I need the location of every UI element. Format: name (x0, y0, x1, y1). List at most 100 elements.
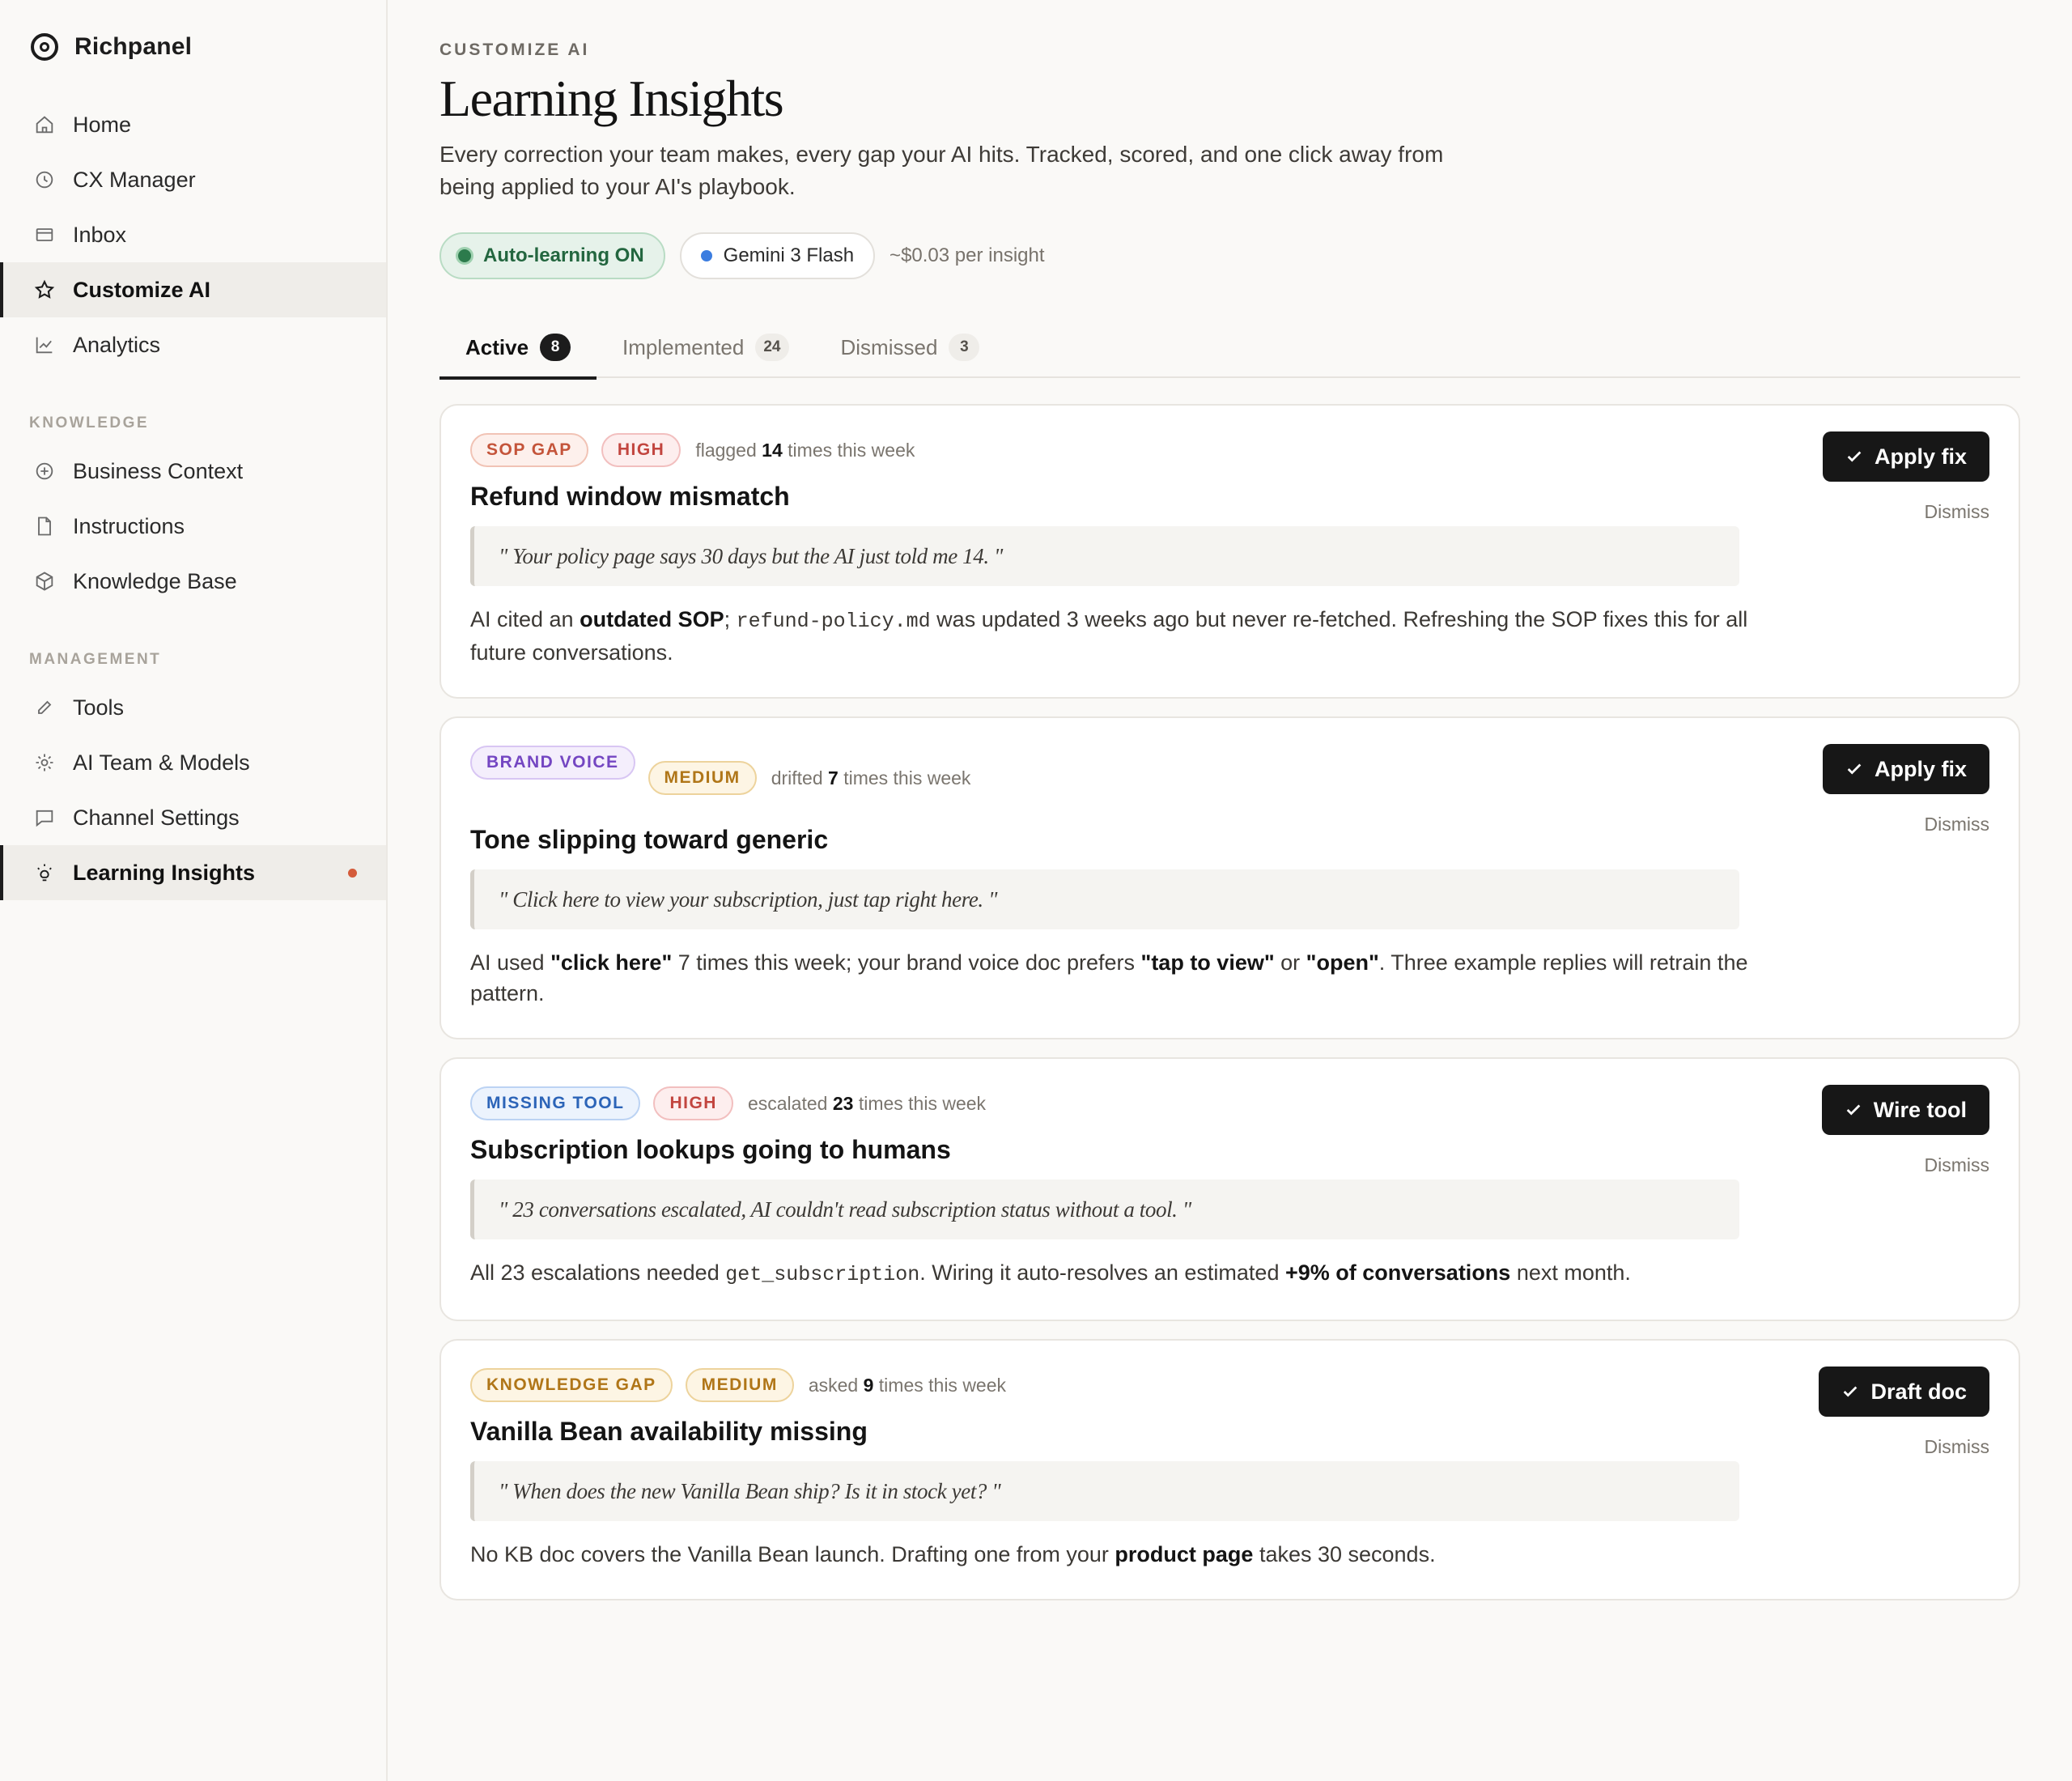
desc-text: takes 30 seconds. (1253, 1542, 1436, 1567)
document-icon (32, 514, 57, 538)
dismiss-link[interactable]: Dismiss (1925, 1436, 1990, 1458)
sidebar-item-label: AI Team & Models (73, 750, 250, 775)
meta-suffix: times this week (878, 1374, 1007, 1396)
wire-tool-button[interactable]: Wire tool (1821, 1085, 1989, 1136)
insight-description: No KB doc covers the Vanilla Bean launch… (470, 1539, 1765, 1570)
insight-meta: flagged 14 times this week (695, 440, 915, 461)
brand-name: Richpanel (74, 33, 193, 60)
insight-description: All 23 escalations needed get_subscripti… (470, 1257, 1765, 1290)
gear-icon (32, 750, 57, 775)
insight-header: SOP GAP HIGH flagged 14 times this week (470, 433, 1989, 468)
category-badge: BRAND VOICE (470, 746, 635, 780)
sidebar-item-home[interactable]: Home (0, 97, 386, 152)
dismiss-link[interactable]: Dismiss (1925, 501, 1990, 523)
page-description: Every correction your team makes, every … (439, 142, 1444, 200)
tab-implemented[interactable]: Implemented 24 (597, 317, 814, 378)
tab-label: Active (465, 334, 529, 359)
insight-card: SOP GAP HIGH flagged 14 times this week … (439, 404, 2020, 699)
desc-strong: product page (1115, 1542, 1254, 1567)
insight-card: KNOWLEDGE GAP MEDIUM asked 9 times this … (439, 1339, 2020, 1601)
tab-active[interactable]: Active 8 (439, 317, 597, 380)
sidebar-item-instructions[interactable]: Instructions (0, 499, 386, 554)
plus-circle-icon (32, 459, 57, 483)
dismiss-link[interactable]: Dismiss (1925, 1154, 1990, 1176)
model-chip[interactable]: Gemini 3 Flash (679, 232, 876, 280)
desc-text: 7 times this week; your brand voice doc … (672, 950, 1141, 976)
desc-text: All 23 escalations needed (470, 1260, 726, 1286)
sidebar-item-tools[interactable]: Tools (0, 680, 386, 735)
severity-badge: HIGH (653, 1086, 733, 1121)
sidebar-item-channel-settings[interactable]: Channel Settings (0, 790, 386, 845)
desc-strong: outdated SOP (580, 607, 724, 632)
meta-count: 14 (762, 439, 783, 461)
notification-dot (348, 869, 357, 878)
desc-text: AI cited an (470, 607, 580, 632)
sidebar-item-label: Tools (73, 695, 125, 720)
insight-card: MISSING TOOL HIGH escalated 23 times thi… (439, 1057, 2020, 1322)
draft-doc-button[interactable]: Draft doc (1819, 1367, 1989, 1418)
meta-prefix: asked (808, 1374, 859, 1396)
sidebar-item-analytics[interactable]: Analytics (0, 317, 386, 372)
model-label: Gemini 3 Flash (723, 244, 855, 267)
insight-card: BRAND VOICE MEDIUM drifted 7 times this … (439, 716, 2020, 1040)
sidebar-item-label: Channel Settings (73, 805, 240, 830)
tab-label: Implemented (622, 334, 745, 359)
button-label: Apply fix (1874, 756, 1967, 781)
sidebar-item-inbox[interactable]: Inbox (0, 207, 386, 262)
meta-suffix: times this week (843, 767, 971, 788)
management-nav: Tools AI Team & Models Channel Settings … (0, 680, 386, 900)
auto-learning-chip[interactable]: Auto-learning ON (439, 232, 665, 280)
button-label: Draft doc (1870, 1379, 1967, 1404)
desc-text: next month. (1510, 1260, 1631, 1286)
button-label: Wire tool (1873, 1097, 1967, 1122)
insight-header: BRAND VOICE MEDIUM drifted 7 times this … (470, 746, 1989, 810)
sidebar-item-customize-ai[interactable]: Customize AI (0, 262, 386, 317)
category-badge: KNOWLEDGE GAP (470, 1368, 673, 1403)
sidebar-item-label: Instructions (73, 513, 185, 538)
brand[interactable]: Richpanel (0, 28, 386, 66)
sidebar-item-knowledge-base[interactable]: Knowledge Base (0, 554, 386, 609)
button-label: Apply fix (1874, 444, 1967, 469)
sidebar-item-business-context[interactable]: Business Context (0, 444, 386, 499)
meta-suffix: times this week (858, 1092, 987, 1114)
sidebar-item-learning-insights[interactable]: Learning Insights (0, 845, 386, 900)
insight-header: KNOWLEDGE GAP MEDIUM asked 9 times this … (470, 1368, 1989, 1403)
check-icon (1846, 1104, 1861, 1116)
severity-badge: MEDIUM (685, 1368, 794, 1403)
tab-label: Dismissed (840, 334, 938, 359)
tab-dismissed[interactable]: Dismissed 3 (815, 317, 1006, 378)
desc-code: refund-policy.md (736, 610, 931, 634)
sidebar-item-cx-manager[interactable]: CX Manager (0, 152, 386, 207)
tab-count: 24 (755, 334, 789, 362)
desc-strong: "open" (1306, 950, 1379, 976)
dismiss-link[interactable]: Dismiss (1925, 814, 1990, 835)
desc-strong: "tap to view" (1140, 950, 1275, 976)
meta-suffix: times this week (788, 439, 915, 461)
eyebrow: CUSTOMIZE AI (439, 40, 590, 59)
desc-text: ; (724, 607, 737, 632)
severity-badge: MEDIUM (648, 761, 757, 796)
clock-icon (32, 168, 57, 192)
insight-quote: " 23 conversations escalated, AI couldn'… (470, 1180, 1739, 1240)
apply-fix-button[interactable]: Apply fix (1822, 744, 1989, 795)
insight-actions: Apply fix Dismiss (1822, 744, 1990, 835)
sidebar-item-label: Inbox (73, 222, 127, 247)
sidebar-item-label: Customize AI (73, 277, 211, 302)
apply-fix-button[interactable]: Apply fix (1822, 431, 1989, 482)
insight-quote: " Your policy page says 30 days but the … (470, 526, 1739, 587)
cost-text: ~$0.03 per insight (890, 244, 1045, 267)
meta-prefix: flagged (695, 439, 757, 461)
sidebar-item-label: Home (73, 112, 132, 137)
tab-count: 8 (540, 334, 571, 362)
insight-meta: drifted 7 times this week (771, 767, 971, 789)
insight-quote: " Click here to view your subscription, … (470, 869, 1739, 930)
sidebar-item-ai-team-models[interactable]: AI Team & Models (0, 735, 386, 790)
meta-count: 7 (828, 767, 839, 788)
lightbulb-icon (32, 861, 57, 885)
insight-title: Subscription lookups going to humans (470, 1135, 951, 1165)
meta-prefix: drifted (771, 767, 823, 788)
insight-title: Tone slipping toward generic (470, 825, 829, 855)
page-title: Learning Insights (439, 70, 784, 127)
desc-text: No KB doc covers the Vanilla Bean launch… (470, 1542, 1115, 1567)
sidebar-item-label: Learning Insights (73, 860, 256, 885)
